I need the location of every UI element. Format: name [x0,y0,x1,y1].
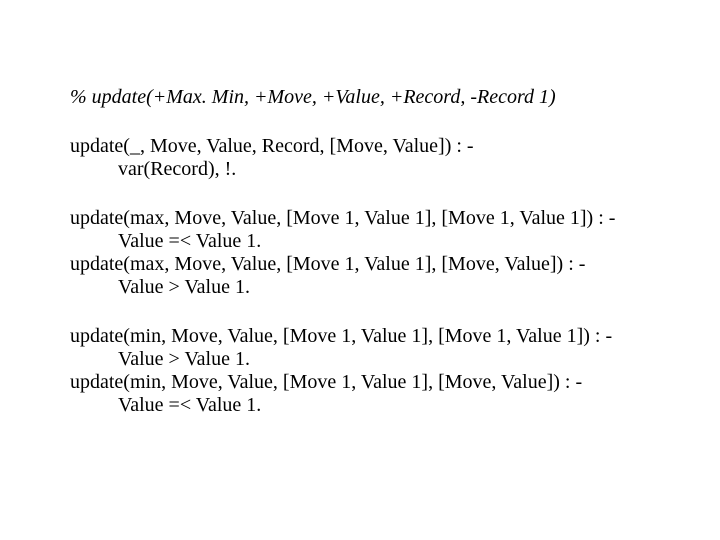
code-line: Value =< Value 1. [70,230,650,253]
clause-block-1: update(max, Move, Value, [Move 1, Value … [70,207,650,299]
code-listing: % update(+Max. Min, +Move, +Value, +Reco… [0,0,720,417]
code-line: Value =< Value 1. [70,394,650,417]
comment-line: % update(+Max. Min, +Move, +Value, +Reco… [70,86,650,109]
code-line: Value > Value 1. [70,276,650,299]
code-line: update(min, Move, Value, [Move 1, Value … [70,325,650,348]
code-line: update(max, Move, Value, [Move 1, Value … [70,253,650,276]
code-line: var(Record), !. [70,158,650,181]
clause-block-0: update(_, Move, Value, Record, [Move, Va… [70,135,650,181]
code-line: update(min, Move, Value, [Move 1, Value … [70,371,650,394]
code-line: update(_, Move, Value, Record, [Move, Va… [70,135,650,158]
code-line: Value > Value 1. [70,348,650,371]
code-line: update(max, Move, Value, [Move 1, Value … [70,207,650,230]
clause-block-2: update(min, Move, Value, [Move 1, Value … [70,325,650,417]
